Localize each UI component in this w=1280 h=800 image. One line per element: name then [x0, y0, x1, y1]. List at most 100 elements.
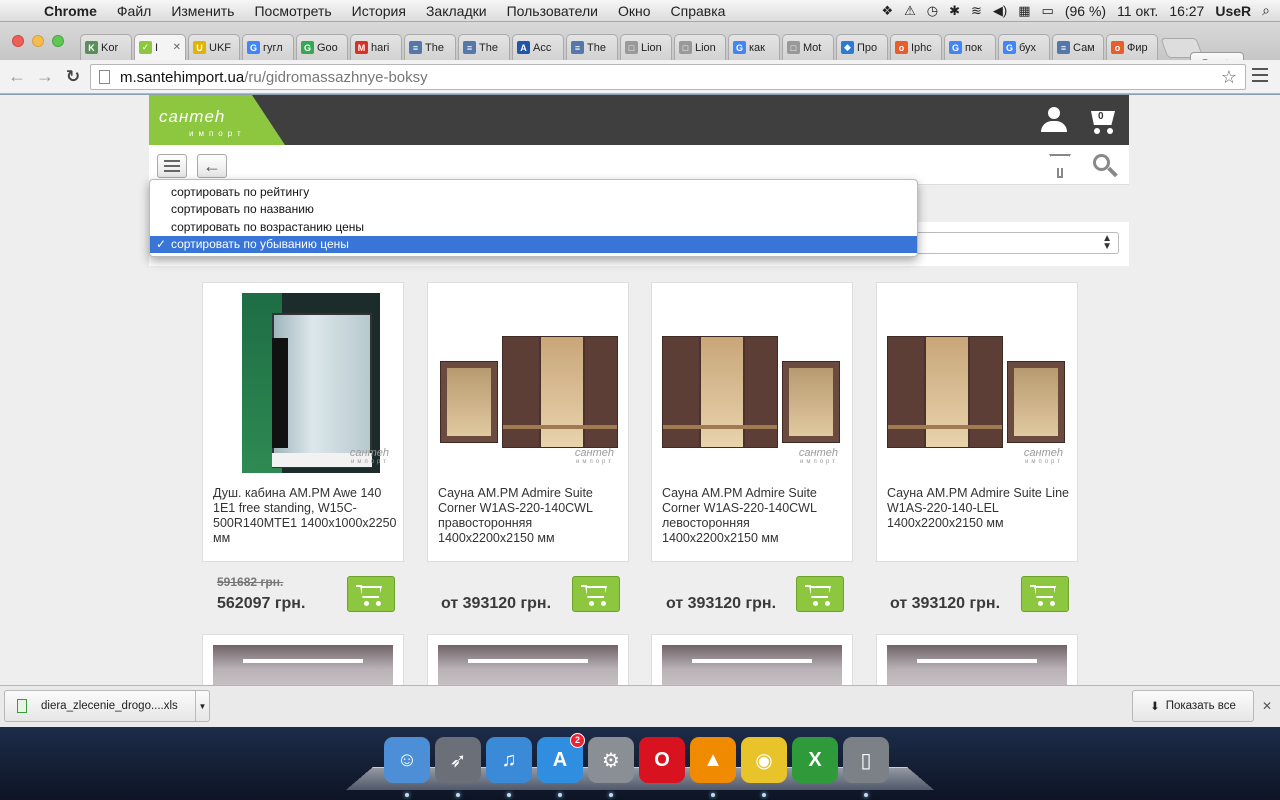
browser-tab[interactable]: K Kor — [80, 34, 132, 60]
forward-arrow-icon[interactable]: → — [34, 66, 56, 87]
trash-icon[interactable]: ▯ — [843, 737, 889, 797]
product-image[interactable]: сантеh импорт — [887, 293, 1067, 473]
battery-percent[interactable]: (96 %) — [1065, 3, 1106, 19]
flag-icon[interactable]: ▦ — [1018, 3, 1030, 19]
cart-icon[interactable]: 0 — [1087, 107, 1117, 135]
vlc-icon[interactable]: ▲ — [690, 737, 736, 797]
browser-tab[interactable]: G Goo — [296, 34, 348, 60]
tab-close-icon[interactable]: ✕ — [173, 42, 181, 53]
browser-tab[interactable]: ≡ The — [404, 34, 456, 60]
menu-users[interactable]: Пользователи — [497, 3, 608, 19]
product-card[interactable] — [651, 634, 853, 685]
browser-tab[interactable]: Mhari — [350, 34, 402, 60]
browser-tab[interactable]: □ Mot — [782, 34, 834, 60]
add-to-cart-button[interactable] — [347, 576, 395, 612]
clock-time[interactable]: 16:27 — [1169, 3, 1204, 19]
back-button[interactable]: ← — [197, 154, 227, 178]
browser-tab[interactable]: o Iphc — [890, 34, 942, 60]
sort-option-price-desc[interactable]: ✓ сортировать по убыванию цены — [150, 235, 917, 254]
browser-tab[interactable]: o Фир — [1106, 34, 1158, 60]
browser-tab[interactable]: A Acc — [512, 34, 564, 60]
window-minimize-button[interactable] — [32, 35, 44, 47]
dropbox-icon[interactable]: ❖ — [881, 3, 893, 19]
add-to-cart-button[interactable] — [572, 576, 620, 612]
address-bar[interactable]: m.santehimport.ua /ru/gidromassazhnye-bo… — [90, 64, 1246, 90]
menu-button[interactable] — [157, 154, 187, 178]
menu-window[interactable]: Окно — [608, 3, 661, 19]
wifi-icon[interactable]: ≋ — [971, 3, 982, 19]
product-card[interactable] — [876, 634, 1078, 685]
window-zoom-button[interactable] — [52, 35, 64, 47]
menu-file[interactable]: Файл — [107, 3, 161, 19]
launchpad-icon[interactable]: ➶ — [435, 737, 481, 797]
sort-option-price-asc[interactable]: сортировать по возрастанию цены — [150, 219, 917, 236]
app-menu[interactable]: Chrome — [40, 3, 107, 19]
back-arrow-icon[interactable]: ← — [6, 66, 28, 87]
bookmark-star-icon[interactable]: ☆ — [1221, 67, 1237, 88]
show-all-downloads-button[interactable]: ⬇ Показать все — [1132, 690, 1254, 722]
menu-help[interactable]: Справка — [661, 3, 736, 19]
filter-icon[interactable] — [1049, 154, 1073, 180]
volume-icon[interactable]: ◀) — [993, 3, 1007, 19]
product-title[interactable]: Сауна AM.PM Admire Suite Line W1AS-220-1… — [887, 486, 1071, 531]
account-icon[interactable] — [1041, 107, 1067, 133]
menu-edit[interactable]: Изменить — [161, 3, 244, 19]
clock-date[interactable]: 11 окт. — [1117, 3, 1158, 19]
time-machine-icon[interactable]: ◷ — [927, 3, 938, 19]
product-image[interactable] — [887, 645, 1067, 685]
menu-view[interactable]: Посмотреть — [244, 3, 341, 19]
bluetooth-icon[interactable]: ✱ — [949, 3, 960, 19]
browser-tab[interactable]: ≡ The — [566, 34, 618, 60]
battery-icon[interactable]: ▭ — [1042, 3, 1054, 19]
user-menu[interactable]: UseR — [1215, 3, 1251, 19]
close-downloads-icon[interactable]: ✕ — [1262, 699, 1272, 713]
sort-option-rating[interactable]: сортировать по рейтингу — [150, 184, 917, 201]
product-card[interactable]: сантеh импорт Душ. кабина AM.PM Awe 140 1… — [202, 282, 404, 562]
download-options-button[interactable]: ▼ — [195, 691, 209, 721]
product-image[interactable]: сантеh импорт — [662, 293, 842, 473]
browser-tab[interactable]: Gгугл — [242, 34, 294, 60]
spotlight-icon[interactable]: ⌕ — [1262, 2, 1270, 19]
product-card[interactable]: сантеh импорт Сауна AM.PM Admire Suite Co… — [651, 282, 853, 562]
product-card[interactable]: сантеh импорт Сауна AM.PM Admire Suite Li… — [876, 282, 1078, 562]
product-card[interactable]: сантеh импорт Сауна AM.PM Admire Suite Co… — [427, 282, 629, 562]
product-title[interactable]: Душ. кабина AM.PM Awe 140 1E1 free stand… — [213, 486, 397, 546]
site-logo[interactable]: сантеh импорт — [149, 95, 285, 145]
sort-option-name[interactable]: сортировать по названию — [150, 201, 917, 218]
browser-tab[interactable]: Gпок — [944, 34, 996, 60]
menu-bookmarks[interactable]: Закладки — [416, 3, 497, 19]
browser-tab[interactable]: ≡ Сам — [1052, 34, 1104, 60]
window-close-button[interactable] — [12, 35, 24, 47]
reload-icon[interactable]: ↻ — [62, 67, 84, 87]
browser-tab[interactable]: U UKF — [188, 34, 240, 60]
add-to-cart-button[interactable] — [1021, 576, 1069, 612]
finder-icon[interactable]: ☺ — [384, 737, 430, 797]
itunes-icon[interactable]: ♫ — [486, 737, 532, 797]
download-item[interactable]: diera_zlecenie_drogo....xls ▼ — [4, 690, 210, 722]
system-preferences-icon[interactable]: ⚙ — [588, 737, 634, 797]
add-to-cart-button[interactable] — [796, 576, 844, 612]
product-title[interactable]: Сауна AM.PM Admire Suite Corner W1AS-220… — [438, 486, 622, 546]
excel-icon[interactable]: X — [792, 737, 838, 783]
product-title[interactable]: Сауна AM.PM Admire Suite Corner W1AS-220… — [662, 486, 846, 546]
app-store-icon[interactable]: A2 — [537, 733, 585, 797]
browser-tab[interactable]: ✓ I ✕ — [134, 34, 186, 60]
product-image[interactable] — [213, 645, 393, 685]
opera-icon[interactable]: O — [639, 737, 685, 783]
product-image[interactable] — [438, 645, 618, 685]
browser-tab[interactable]: ◆ Про — [836, 34, 888, 60]
product-card[interactable] — [427, 634, 629, 685]
browser-tab[interactable]: ≡ The — [458, 34, 510, 60]
browser-tab[interactable]: Gкак — [728, 34, 780, 60]
menu-history[interactable]: История — [342, 3, 416, 19]
chrome-icon[interactable]: ◉ — [741, 737, 787, 797]
product-card[interactable] — [202, 634, 404, 685]
product-image[interactable]: сантеh импорт — [213, 293, 393, 473]
browser-tab[interactable]: □ Lion — [674, 34, 726, 60]
product-image[interactable] — [662, 645, 842, 685]
search-icon[interactable] — [1093, 154, 1119, 180]
chrome-menu-icon[interactable] — [1252, 68, 1268, 86]
product-image[interactable]: сантеh импорт — [438, 293, 618, 473]
alert-icon[interactable]: ⚠ — [904, 3, 916, 19]
browser-tab[interactable]: □ Lion — [620, 34, 672, 60]
